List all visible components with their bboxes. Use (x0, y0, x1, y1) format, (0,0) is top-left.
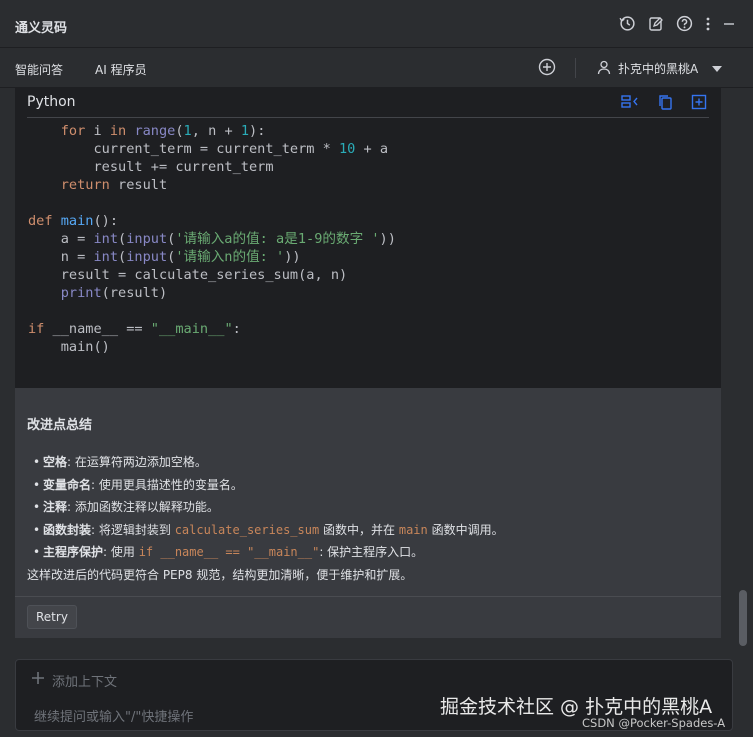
insert-diff-icon[interactable] (621, 94, 639, 114)
scrollbar[interactable] (739, 590, 747, 646)
chat-area: Python for i in range(1, n + 1): current… (0, 88, 753, 652)
summary-conclusion: 这样改进后的代码更符合 PEP8 规范，结构更加清晰，便于维护和扩展。 (27, 567, 413, 582)
new-chat-icon[interactable] (538, 58, 556, 80)
watermark: 掘金技术社区 @ 扑克中的黑桃A (440, 696, 713, 718)
retry-button[interactable]: Retry (27, 605, 77, 629)
code-header-divider (27, 117, 709, 118)
code-header: Python (15, 88, 721, 118)
plus-icon (30, 670, 46, 690)
add-context-label: 添加上下文 (52, 674, 118, 690)
code-content: for i in range(1, n + 1): current_term =… (28, 123, 396, 355)
chat-input-placeholder[interactable]: 继续提问或输入"/"快捷操作 (34, 706, 193, 725)
assistant-message: Python for i in range(1, n + 1): current… (15, 88, 721, 638)
app-title: 通义灵码 (15, 21, 68, 36)
code-language-label: Python (27, 94, 76, 110)
list-item: 空格: 在运算符两边添加空格。 (33, 451, 707, 474)
list-item: 主程序保护: 使用 if __name__ == "__main__": 保护主… (33, 541, 707, 564)
tab-ai-programmer[interactable]: AI 程序员 (95, 61, 147, 78)
help-icon[interactable] (676, 15, 693, 32)
summary-heading: 改进点总结 (27, 418, 93, 433)
tab-divider (575, 58, 576, 78)
add-context-button[interactable]: 添加上下文 (30, 670, 117, 690)
user-menu[interactable]: 扑克中的黑桃A (596, 59, 723, 78)
edit-icon[interactable] (648, 16, 664, 32)
minimize-icon[interactable] (723, 16, 735, 32)
user-name: 扑克中的黑桃A (618, 62, 699, 76)
summary-section: 改进点总结 空格: 在运算符两边添加空格。 变量命名: 使用更具描述性的变量名。… (27, 414, 707, 586)
tab-bar: 智能问答 AI 程序员 扑克中的黑桃A (0, 48, 753, 90)
more-vertical-icon[interactable] (705, 16, 711, 32)
title-bar-actions (619, 15, 735, 32)
list-item: 变量命名: 使用更具描述性的变量名。 (33, 474, 707, 497)
summary-list: 空格: 在运算符两边添加空格。 变量命名: 使用更具描述性的变量名。 注释: 添… (27, 451, 707, 564)
list-item: 注释: 添加函数注释以解释功能。 (33, 496, 707, 519)
watermark-csdn: CSDN @Pocker-Spades-A (582, 716, 726, 730)
user-icon (596, 59, 612, 78)
code-actions (621, 94, 707, 114)
chevron-down-icon (712, 62, 723, 76)
code-block: Python for i in range(1, n + 1): current… (15, 88, 721, 388)
history-icon[interactable] (619, 15, 636, 32)
list-item: 函数封装: 将逻辑封装到 calculate_series_sum 函数中，并在… (33, 519, 707, 542)
message-divider (15, 596, 721, 597)
copy-icon[interactable] (657, 94, 673, 114)
tab-smart-qa[interactable]: 智能问答 (15, 61, 64, 90)
title-bar: 通义灵码 (0, 0, 753, 48)
insert-new-file-icon[interactable] (691, 94, 707, 114)
